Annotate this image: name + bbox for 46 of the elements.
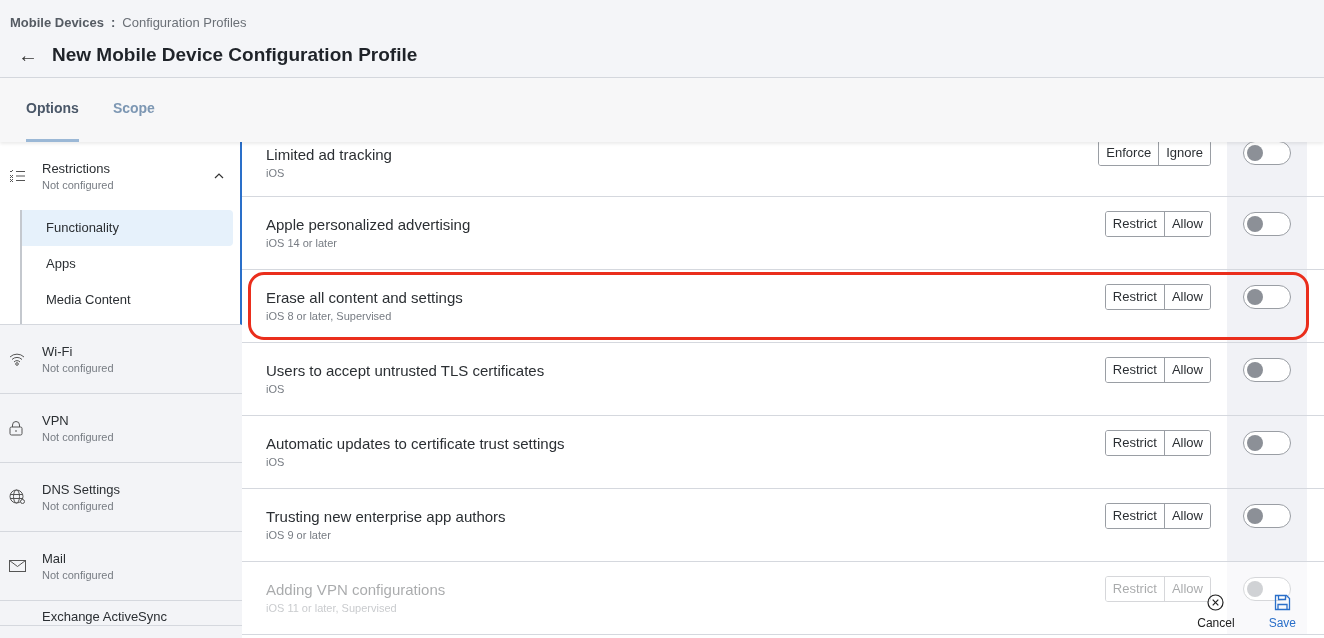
segment-button[interactable]: Allow xyxy=(1163,504,1210,528)
setting-title: Automatic updates to certificate trust settings xyxy=(266,434,566,454)
save-button[interactable]: Save xyxy=(1268,594,1296,632)
sidebar-subitem[interactable]: Apps xyxy=(22,246,233,282)
toggle-switch[interactable] xyxy=(1243,504,1291,528)
sidebar-item[interactable]: Exchange ActiveSync xyxy=(0,601,242,625)
breadcrumb-separator: : xyxy=(110,14,116,32)
segment-button[interactable]: Allow xyxy=(1163,431,1210,455)
setting-subtitle: iOS 14 or later xyxy=(266,236,338,251)
lock-icon xyxy=(9,420,23,436)
page-title: New Mobile Device Configuration Profile xyxy=(52,42,418,67)
setting-subtitle: iOS xyxy=(266,455,286,470)
wifi-icon xyxy=(9,352,25,366)
segment-button[interactable]: Allow xyxy=(1163,212,1210,236)
setting-title: Apple personalized advertising xyxy=(266,215,472,235)
sidebar-item[interactable]: Restrictions Not configured xyxy=(0,142,240,210)
segment-button[interactable]: Allow xyxy=(1163,358,1210,382)
sidebar-item[interactable]: Mail Not configured xyxy=(0,532,242,600)
sidebar-item[interactable]: DNS Settings Not configured xyxy=(0,463,242,531)
toggle-switch[interactable] xyxy=(1243,431,1291,455)
sidebar-subitem[interactable]: Functionality xyxy=(22,210,233,246)
setting-title: Users to accept untrusted TLS certificates xyxy=(266,361,546,381)
toggle-switch[interactable] xyxy=(1243,141,1291,165)
mail-icon xyxy=(9,560,26,572)
toggle-switch[interactable] xyxy=(1243,358,1291,382)
segment-button[interactable]: Ignore xyxy=(1158,141,1210,165)
setting-subtitle: iOS xyxy=(266,166,286,181)
breadcrumb-link[interactable]: Mobile Devices xyxy=(10,13,104,33)
breadcrumb-current: Configuration Profiles xyxy=(122,14,247,32)
checklist-icon xyxy=(9,169,26,183)
back-button[interactable]: ← xyxy=(18,44,38,65)
sidebar-item[interactable]: VPN Not configured xyxy=(0,394,242,462)
setting-subtitle: iOS 8 or later, Supervised xyxy=(266,309,393,324)
setting-title: Limited ad tracking xyxy=(266,145,393,165)
toggle-switch[interactable] xyxy=(1243,285,1291,309)
setting-title: Adding VPN configurations xyxy=(266,580,447,600)
setting-title: Trusting new enterprise app authors xyxy=(266,507,507,527)
sidebar-subitem[interactable]: Media Content xyxy=(22,282,233,318)
setting-subtitle: iOS xyxy=(266,382,286,397)
toggle-switch[interactable] xyxy=(1243,212,1291,236)
globe-icon xyxy=(9,489,26,505)
close-icon xyxy=(1207,594,1225,611)
setting-title: Erase all content and settings xyxy=(266,288,464,308)
setting-subtitle: iOS 9 or later xyxy=(266,528,332,543)
segment-button[interactable]: Allow xyxy=(1163,285,1210,309)
sidebar-item[interactable]: Wi-Fi Not configured xyxy=(0,325,242,393)
